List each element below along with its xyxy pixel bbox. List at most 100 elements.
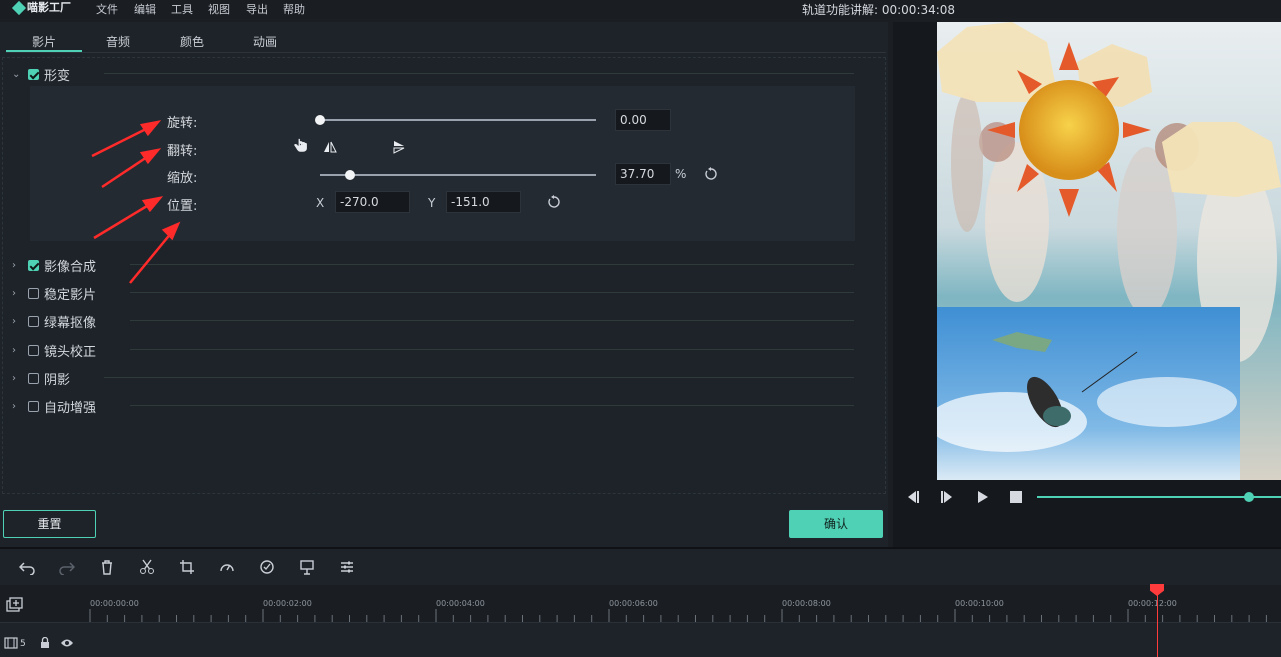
track-area: 5: [0, 623, 1281, 657]
scale-unit: %: [675, 167, 687, 181]
menu-file[interactable]: 文件: [96, 1, 118, 17]
delete-icon[interactable]: [99, 559, 115, 575]
menu-bar: 喵影工厂 文件 编辑 工具 视图 导出 帮助 轨道功能讲解: 00:00:34:…: [0, 0, 1281, 18]
menu-tools[interactable]: 工具: [171, 1, 193, 17]
section-label: 阴影: [44, 372, 71, 388]
green-screen-icon[interactable]: [299, 559, 315, 575]
menu-edit[interactable]: 编辑: [134, 1, 156, 17]
shadow-checkbox[interactable]: [28, 372, 39, 384]
timestamp: 00:00:00:00: [90, 599, 139, 608]
scale-reset-icon[interactable]: [703, 166, 719, 182]
step-back-icon[interactable]: [905, 490, 921, 504]
playback-controls: [893, 484, 1281, 512]
timestamp: 00:00:10:00: [955, 599, 1004, 608]
divider: [130, 264, 854, 265]
undo-icon[interactable]: [19, 559, 35, 575]
divider: [130, 292, 854, 293]
tab-animation[interactable]: 动画: [253, 33, 277, 50]
auto-enhance-checkbox[interactable]: [28, 400, 39, 412]
preview-panel: [893, 22, 1281, 547]
section-label: 镜头校正: [44, 344, 97, 360]
chevron-down-icon[interactable]: ⌄: [12, 69, 24, 80]
flip-horizontal-icon[interactable]: [323, 140, 337, 154]
divider: [104, 73, 854, 74]
tab-color[interactable]: 颜色: [180, 33, 204, 50]
flip-vertical-icon[interactable]: [392, 140, 406, 154]
properties-panel: 影片 音频 颜色 动画 ⌄ 形变 旋转: 0.00 翻转: 缩放: 37.70 …: [0, 22, 888, 547]
preview-canvas[interactable]: [937, 22, 1281, 480]
timestamp: 00:00:02:00: [263, 599, 312, 608]
chevron-right-icon[interactable]: ›: [12, 288, 24, 299]
position-reset-icon[interactable]: [546, 194, 562, 210]
divider: [130, 405, 854, 406]
tab-audio[interactable]: 音频: [106, 33, 130, 50]
divider: [130, 320, 854, 321]
rotate-input[interactable]: 0.00: [615, 109, 671, 131]
scale-label: 缩放:: [167, 171, 198, 186]
y-label: Y: [428, 196, 436, 210]
section-lens-correction[interactable]: › 镜头校正: [12, 341, 97, 360]
chevron-right-icon[interactable]: ›: [12, 260, 24, 271]
scale-slider-track[interactable]: [320, 174, 596, 176]
chevron-right-icon[interactable]: ›: [12, 316, 24, 327]
divider: [104, 377, 854, 378]
section-transform[interactable]: ⌄ 形变: [12, 65, 71, 84]
timestamp: 00:00:04:00: [436, 599, 485, 608]
lock-icon[interactable]: [39, 637, 51, 649]
seek-slider-knob[interactable]: [1244, 492, 1255, 502]
cut-icon[interactable]: [139, 559, 155, 575]
section-label: 绿幕抠像: [44, 315, 97, 331]
compositing-checkbox[interactable]: [28, 259, 39, 271]
menu-view[interactable]: 视图: [208, 1, 230, 17]
color-icon[interactable]: [259, 559, 275, 575]
tab-video[interactable]: 影片: [32, 33, 56, 50]
section-compositing[interactable]: › 影像合成: [12, 256, 97, 275]
section-label: 稳定影片: [44, 287, 97, 303]
crop-icon[interactable]: [179, 559, 195, 575]
adjust-icon[interactable]: [339, 559, 355, 575]
track-number: 5: [20, 639, 26, 649]
transform-checkbox[interactable]: [28, 68, 39, 80]
cursor-hand-icon: [294, 138, 307, 152]
rotate-slider-track[interactable]: [320, 119, 596, 121]
lens-correction-checkbox[interactable]: [28, 344, 39, 356]
stop-icon[interactable]: [1009, 490, 1023, 504]
chevron-right-icon[interactable]: ›: [12, 401, 24, 412]
ok-button[interactable]: 确认: [789, 510, 883, 538]
timestamp: 00:00:06:00: [609, 599, 658, 608]
play-icon[interactable]: [975, 490, 991, 504]
section-label: 自动增强: [44, 400, 97, 416]
section-label: 形变: [44, 68, 71, 84]
step-forward-icon[interactable]: [939, 490, 955, 504]
chroma-key-checkbox[interactable]: [28, 315, 39, 327]
section-stabilization[interactable]: › 稳定影片: [12, 284, 97, 303]
timeline-ruler[interactable]: 00:00:00:00 00:00:02:00 00:00:04:00 00:0…: [0, 585, 1281, 623]
section-label: 影像合成: [44, 259, 97, 275]
transform-body: 旋转: 0.00 翻转: 缩放: 37.70 % 位置: X -270.0 Y …: [30, 86, 855, 241]
position-y-input[interactable]: -151.0: [446, 191, 521, 213]
reset-button[interactable]: 重置: [3, 510, 96, 538]
chevron-right-icon[interactable]: ›: [12, 373, 24, 384]
eye-icon[interactable]: [60, 638, 74, 648]
logo-text: 喵影工厂: [27, 1, 71, 14]
redo-icon[interactable]: [59, 559, 75, 575]
divider: [130, 349, 854, 350]
position-x-input[interactable]: -270.0: [335, 191, 410, 213]
section-auto-enhance[interactable]: › 自动增强: [12, 397, 97, 416]
menu-export[interactable]: 导出: [246, 1, 268, 17]
speed-icon[interactable]: [219, 559, 235, 575]
menu-help[interactable]: 帮助: [283, 1, 305, 17]
scale-slider-knob[interactable]: [344, 170, 355, 180]
section-chroma-key[interactable]: › 绿幕抠像: [12, 312, 97, 331]
flip-label: 翻转:: [167, 144, 198, 159]
rotate-slider-knob[interactable]: [315, 115, 325, 125]
stabilization-checkbox[interactable]: [28, 287, 39, 299]
chevron-right-icon[interactable]: ›: [12, 345, 24, 356]
section-shadow[interactable]: › 阴影: [12, 369, 71, 388]
position-label: 位置:: [167, 199, 198, 214]
timeline-toolbar: [0, 549, 1281, 585]
ruler-ticks: [89, 609, 1267, 622]
timestamp: 00:00:08:00: [782, 599, 831, 608]
tabs-divider: [6, 52, 886, 53]
scale-input[interactable]: 37.70: [615, 163, 671, 185]
